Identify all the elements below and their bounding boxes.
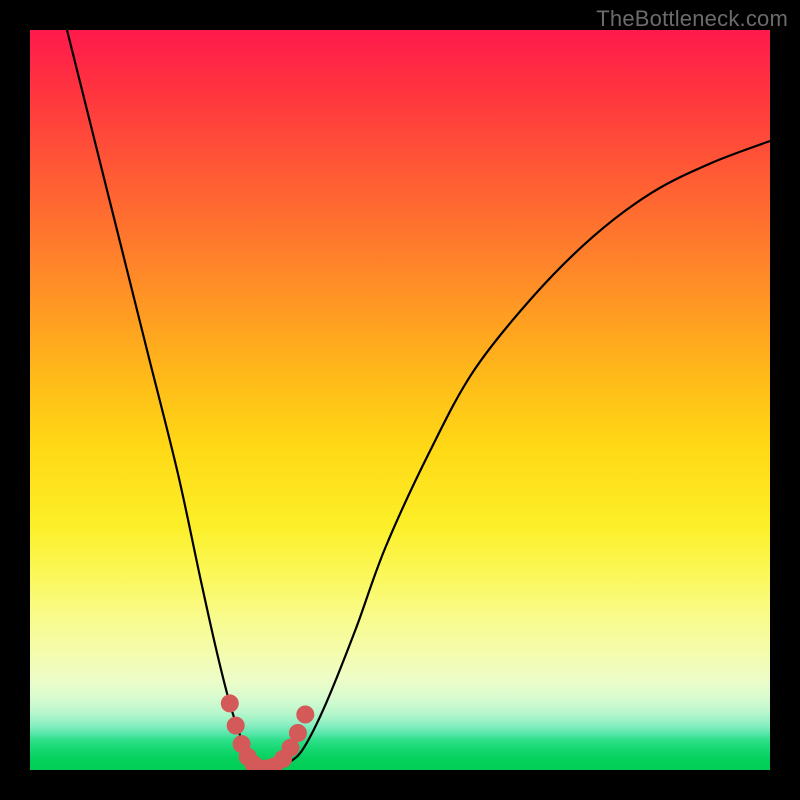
plot-area	[30, 30, 770, 770]
marker-dot	[289, 724, 307, 742]
chart-frame: TheBottleneck.com	[0, 0, 800, 800]
highlight-markers	[221, 694, 314, 770]
curve-layer	[30, 30, 770, 770]
marker-dot	[227, 717, 245, 735]
watermark-text: TheBottleneck.com	[596, 6, 788, 32]
marker-dot	[221, 694, 239, 712]
bottleneck-curve	[67, 30, 770, 770]
marker-dot	[296, 706, 314, 724]
